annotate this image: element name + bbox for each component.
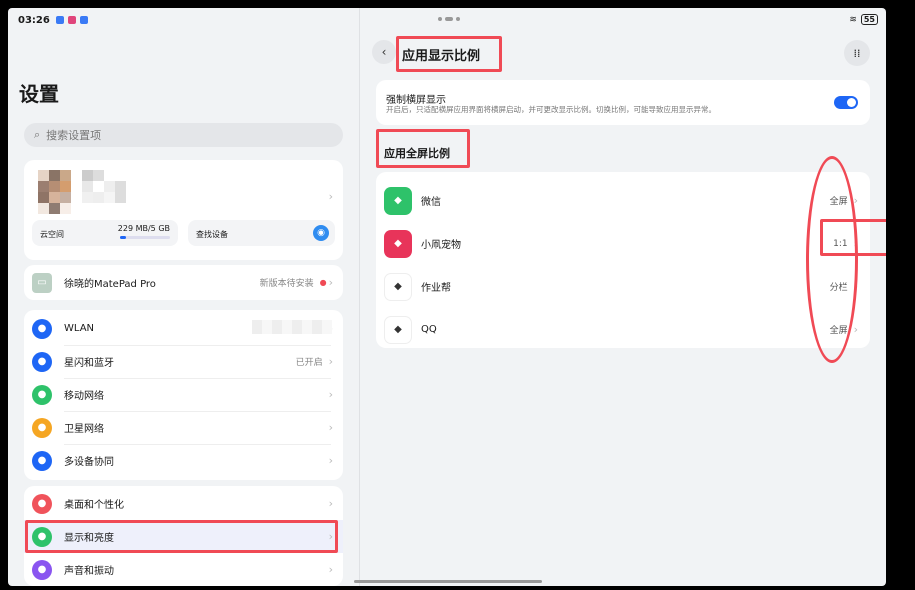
settings-item[interactable]: ● 卫星网络 ›: [24, 411, 343, 444]
chevron-left-icon: ‹: [381, 45, 387, 59]
find-device-label: 查找设备: [196, 230, 228, 239]
settings-item[interactable]: ● 星闪和蓝牙 已开启 ›: [24, 345, 343, 378]
wlan-network-name: [252, 320, 332, 334]
app-name: 作业帮: [421, 283, 451, 294]
device-name: 徐晓的MatePad Pro: [64, 279, 156, 290]
chevron-right-icon: ›: [328, 497, 333, 510]
sound-icon: ●: [32, 559, 52, 580]
multi-device-icon: ●: [32, 450, 52, 471]
divider: [64, 378, 331, 379]
avatar: [38, 170, 126, 214]
highlight-box: [376, 129, 470, 168]
divider: [64, 444, 331, 445]
tablet-icon: ▭: [32, 272, 52, 293]
connectivity-group: ● WLAN ›● 星闪和蓝牙 已开启 ›● 移动网络 ›● 卫星网络 ›● 多…: [24, 310, 343, 480]
cloud-storage[interactable]: 云空间 229 MB/5 GB: [32, 220, 178, 246]
chevron-right-icon: ›: [328, 190, 333, 203]
settings-item-label: 移动网络: [64, 391, 104, 402]
force-landscape-desc: 开启后，只适配横屏应用界面将横屏启动，并可更改显示比例。切换比例，可能导致应用显…: [386, 105, 716, 114]
settings-item-value: 已开启: [295, 358, 323, 368]
force-landscape-toggle[interactable]: [834, 96, 858, 109]
desktop-icon: ●: [32, 493, 52, 514]
wifi-icon: ●: [32, 318, 52, 339]
cloud-progress-fill: [120, 236, 127, 239]
app-ratio-row[interactable]: ◆ 作业帮 分栏 ›: [376, 265, 870, 308]
device-row[interactable]: ▭ 徐晓的MatePad Pro 新版本待安装 ● ›: [24, 266, 343, 299]
qq-icon: ◆: [384, 315, 412, 344]
settings-item[interactable]: ● 移动网络 ›: [24, 378, 343, 411]
settings-item-label: 声音和振动: [64, 566, 114, 577]
grid-dots-icon: ⁞⁞: [853, 46, 861, 60]
satellite-icon: ●: [32, 417, 52, 438]
back-button[interactable]: ‹: [372, 40, 396, 64]
app-name: QQ: [421, 324, 437, 335]
tablet-screen: 03:26 ≋ 55 设置 ⌕ 搜索设置项 › 云空间 229 MB/5 GB: [8, 8, 886, 586]
app-ratio-row[interactable]: ◆ QQ 全屏 ›: [376, 308, 870, 351]
settings-item-label: 多设备协同: [64, 457, 114, 468]
force-landscape-card: 强制横屏显示 开启后，只适配横屏应用界面将横屏启动，并可更改显示比例。切换比例，…: [376, 80, 870, 125]
highlight-ellipse: [806, 156, 858, 363]
update-status: 新版本待安装: [259, 279, 314, 289]
homework-icon: ◆: [384, 272, 412, 301]
divider: [64, 345, 331, 346]
search-icon: ⌕: [34, 128, 41, 141]
search-placeholder: 搜索设置项: [46, 129, 102, 142]
account-card[interactable]: › 云空间 229 MB/5 GB 查找设备 ◉: [24, 160, 343, 260]
update-dot-icon: ●: [319, 278, 327, 287]
wechat-icon: ◆: [384, 186, 412, 215]
cloud-usage: 229 MB/5 GB: [117, 224, 170, 233]
mobile-network-icon: ●: [32, 384, 52, 405]
settings-item-label: 卫星网络: [64, 424, 104, 435]
settings-item-label: 桌面和个性化: [64, 500, 124, 511]
app-name: 小凧宠物: [421, 240, 461, 251]
settings-item[interactable]: ● 声音和振动 ›: [24, 553, 343, 586]
find-device[interactable]: 查找设备 ◉: [188, 220, 335, 246]
chevron-right-icon: ›: [328, 421, 333, 434]
home-indicator[interactable]: [354, 580, 542, 583]
device-card[interactable]: ▭ 徐晓的MatePad Pro 新版本待安装 ● ›: [24, 265, 343, 300]
cloud-progress-track: [120, 236, 170, 239]
page-title: 设置: [19, 82, 59, 106]
app-ratio-row[interactable]: ◆ 小凧宠物 1:1 ›: [376, 222, 870, 265]
chevron-right-icon: ›: [328, 563, 333, 576]
bluetooth-icon: ●: [32, 351, 52, 372]
settings-sidebar: 设置 ⌕ 搜索设置项 › 云空间 229 MB/5 GB 查找设备 ◉ ▭ 徐晓…: [8, 8, 359, 586]
chevron-right-icon: ›: [853, 323, 858, 336]
radar-icon: ◉: [313, 225, 329, 241]
settings-item-label: 星闪和蓝牙: [64, 358, 114, 369]
chevron-right-icon: ›: [328, 388, 333, 401]
highlight-box: [820, 219, 886, 256]
search-input[interactable]: ⌕ 搜索设置项: [24, 123, 343, 147]
settings-item[interactable]: ● 桌面和个性化 ›: [24, 487, 343, 520]
more-options-button[interactable]: ⁞⁞: [844, 40, 870, 66]
app-ratio-list: ◆ 微信 全屏 › ◆ 小凧宠物 1:1 › ◆ 作业帮 分栏 › ◆ QQ 全屏 ›: [376, 172, 870, 348]
detail-pane: ‹ 应用显示比例 ⁞⁞ 强制横屏显示 开启后，只适配横屏应用界面将横屏启动，并可…: [360, 8, 886, 586]
cloud-label: 云空间: [40, 230, 64, 239]
settings-item[interactable]: ● 多设备协同 ›: [24, 444, 343, 477]
app-ratio-row[interactable]: ◆ 微信 全屏 ›: [376, 179, 870, 222]
divider: [64, 411, 331, 412]
chevron-right-icon: ›: [328, 355, 333, 368]
chevron-right-icon: ›: [328, 276, 333, 289]
pet-app-icon: ◆: [384, 229, 412, 258]
chevron-right-icon: ›: [328, 454, 333, 467]
highlight-box: [25, 520, 338, 553]
app-name: 微信: [421, 197, 441, 208]
highlight-box: [396, 36, 502, 72]
